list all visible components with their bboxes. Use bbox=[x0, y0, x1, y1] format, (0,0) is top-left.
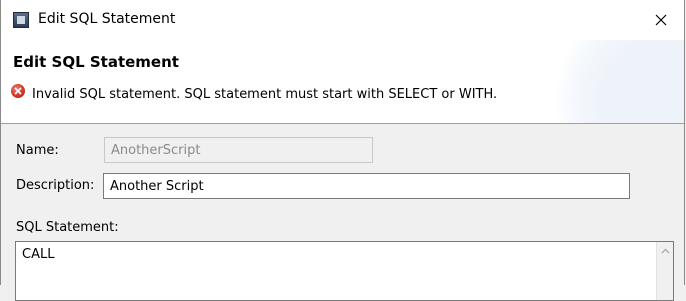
error-icon bbox=[11, 84, 25, 98]
close-icon bbox=[655, 14, 667, 26]
sql-statement-text: CALL bbox=[22, 247, 55, 262]
description-field[interactable]: Another Script bbox=[103, 173, 630, 199]
chevron-up-icon[interactable] bbox=[661, 248, 670, 254]
sql-statement-label: SQL Statement: bbox=[16, 220, 119, 235]
banner-title: Edit SQL Statement bbox=[13, 53, 179, 71]
window-title: Edit SQL Statement bbox=[38, 11, 176, 27]
sql-statement-textarea[interactable]: CALL bbox=[15, 241, 674, 301]
app-window-icon bbox=[13, 12, 29, 28]
vertical-scrollbar[interactable] bbox=[656, 242, 673, 300]
description-label: Description: bbox=[16, 178, 95, 193]
banner-decoration bbox=[544, 40, 684, 123]
error-message: Invalid SQL statement. SQL statement mus… bbox=[32, 87, 498, 102]
close-button[interactable] bbox=[638, 0, 684, 40]
name-label: Name: bbox=[16, 143, 59, 158]
edit-sql-dialog: Edit SQL Statement Edit SQL Statement In… bbox=[0, 0, 685, 301]
title-bar: Edit SQL Statement bbox=[1, 0, 684, 40]
dialog-banner: Edit SQL Statement Invalid SQL statement… bbox=[1, 40, 684, 124]
name-field: AnotherScript bbox=[104, 137, 373, 163]
